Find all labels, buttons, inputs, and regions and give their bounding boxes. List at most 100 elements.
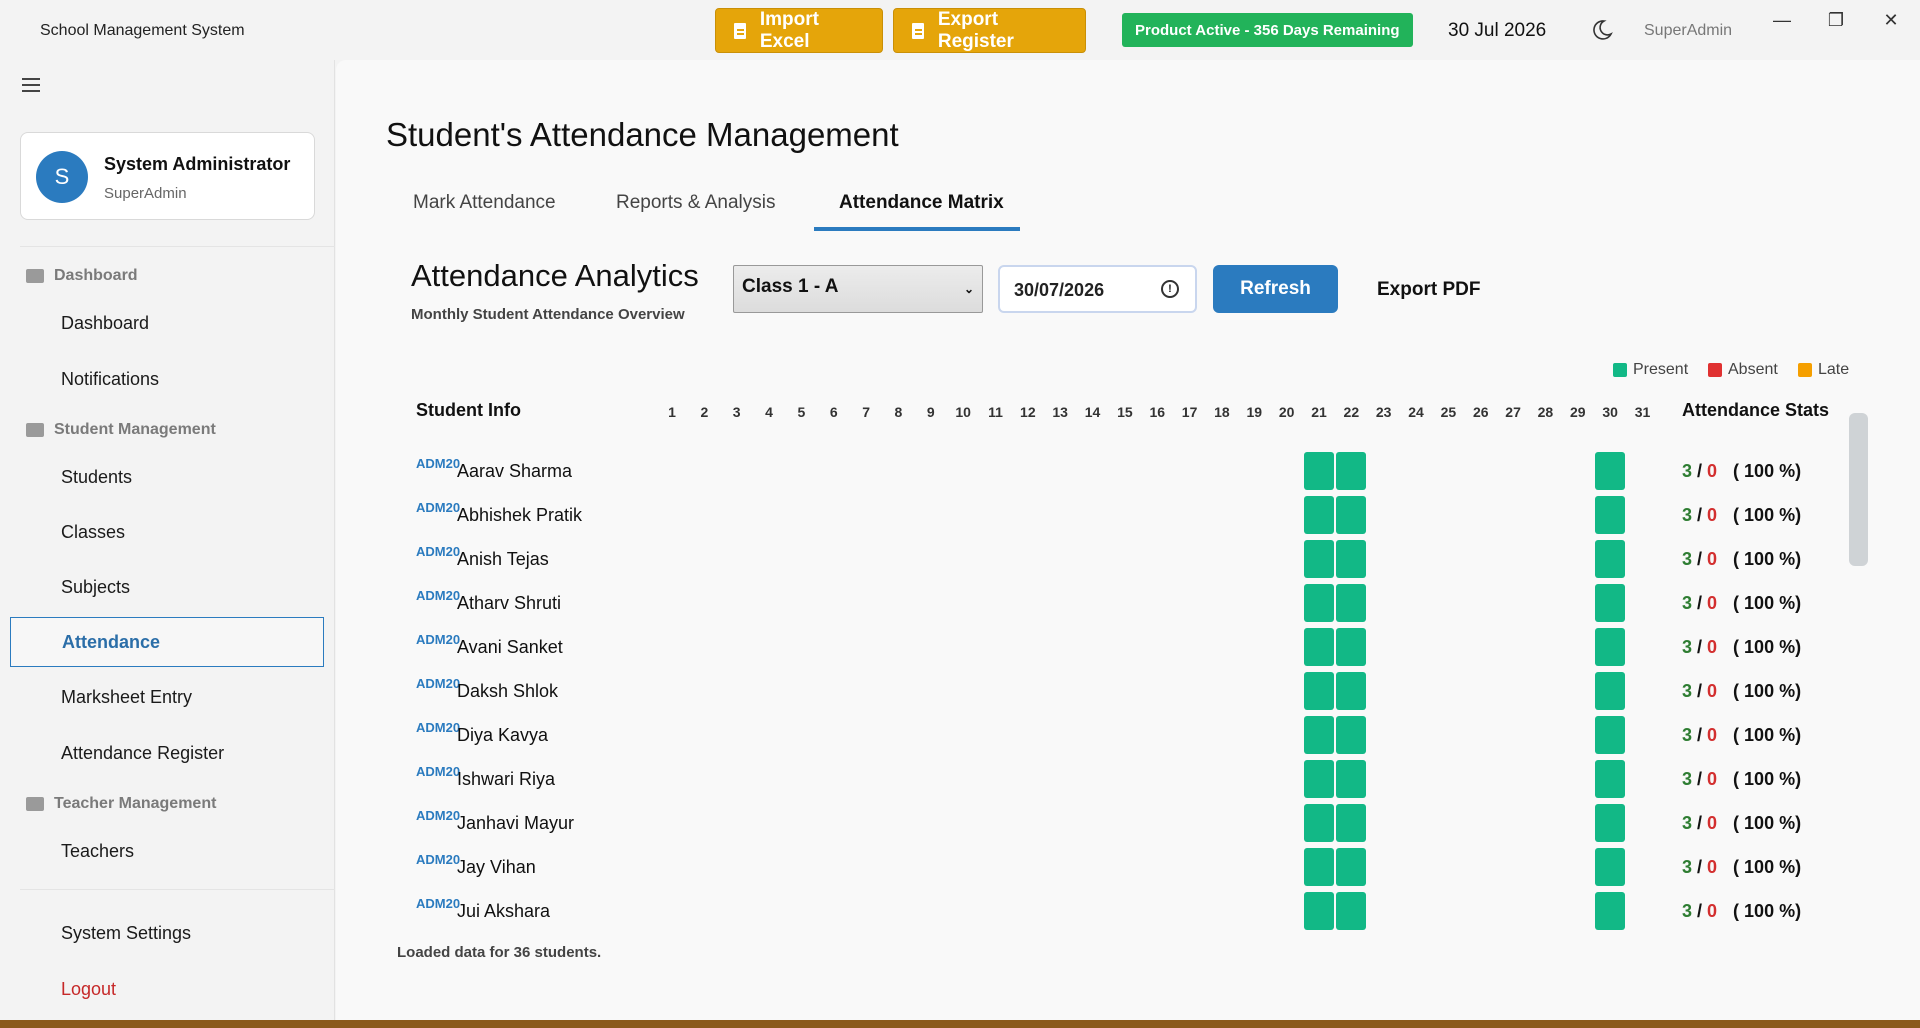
section-label: Teacher Management <box>54 795 217 812</box>
class-select[interactable]: Class 1 - A ⌄ <box>733 265 983 313</box>
sidebar-item-notifications[interactable]: Notifications <box>10 354 324 404</box>
sidebar-item-attendance-register[interactable]: Attendance Register <box>10 728 324 778</box>
student-name: Abhishek Pratik <box>457 505 583 525</box>
moon-icon[interactable] <box>1590 18 1614 42</box>
attendance-rows[interactable]: ADM20 Aarav Sharma 3 / 0( 100 %) ADM20 Abhis… <box>396 438 1836 974</box>
attendance-cell-present <box>1595 848 1626 886</box>
percentage: ( 100 %) <box>1733 593 1802 613</box>
attendance-cell-present <box>1595 760 1626 798</box>
day-header-4: 4 <box>765 404 773 420</box>
tab-attendance-matrix[interactable]: Attendance Matrix <box>839 192 1004 214</box>
percentage: ( 100 %) <box>1733 681 1802 701</box>
menu-icon[interactable] <box>22 78 40 92</box>
page-title: Student's Attendance Management <box>386 116 899 153</box>
day-header-6: 6 <box>829 404 838 420</box>
legend-late: Late <box>1798 361 1849 379</box>
table-row[interactable]: ADM20 Jay Vihan 3 / 0 ( 100 %) <box>396 848 1836 892</box>
table-row[interactable]: ADM20 Avani Sanket 3 / 0 ( 100 %) <box>396 628 1836 672</box>
day-header-12: 12 <box>1020 404 1036 420</box>
present-count: 3 <box>1682 857 1693 877</box>
absent-count: 0 <box>1707 593 1718 613</box>
attendance-cell-present <box>1336 672 1367 710</box>
attendance-cell-present <box>1595 452 1626 490</box>
sidebar-item-logout[interactable]: Logout <box>10 964 324 1014</box>
table-row[interactable]: ADM20 Aarav Sharma 3 / 0 ( 100 %) <box>396 452 1836 496</box>
present-count: 3 <box>1682 505 1693 525</box>
avatar: S <box>36 151 88 203</box>
attendance-stats: 3 / 0 ( 100 %) <box>1682 857 1801 878</box>
day-header-2: 2 <box>700 404 709 420</box>
student-name: Janhavi Mayur <box>457 813 575 833</box>
student-name: Diya Kavya <box>457 725 549 745</box>
table-row[interactable]: ADM20 Anish Tejas 3 / 0 ( 100 %) <box>396 540 1836 584</box>
section-student-management: Student Management <box>26 421 216 439</box>
tab-reports-analysis[interactable]: Reports & Analysis <box>616 192 775 214</box>
table-row[interactable]: ADM20 Diya Kavya 3 / 0 ( 100 %) <box>396 716 1836 760</box>
refresh-button[interactable]: Refresh <box>1213 265 1338 313</box>
table-row[interactable]: ADM20 Jui Akshara 3 / 0 ( 100 %) <box>396 892 1836 936</box>
export-register-button[interactable]: Export Register <box>893 8 1086 53</box>
present-count: 3 <box>1682 637 1693 657</box>
alert-icon: ! <box>1161 280 1179 298</box>
absent-count: 0 <box>1707 769 1718 789</box>
tab-mark-attendance[interactable]: Mark Attendance <box>413 192 556 214</box>
day-header-8: 8 <box>894 404 903 420</box>
sidebar-item-dashboard[interactable]: Dashboard <box>10 298 324 348</box>
minimize-button[interactable]: — <box>1762 8 1802 32</box>
export-pdf-button[interactable]: Export PDF <box>1377 279 1480 301</box>
export-register-label: Export Register <box>937 8 1014 52</box>
present-count: 3 <box>1682 461 1693 481</box>
attendance-cell-present <box>1304 892 1334 930</box>
present-swatch <box>1613 363 1627 377</box>
attendance-stats: 3 / 0 ( 100 %) <box>1682 637 1801 658</box>
bottom-bar <box>0 1020 1920 1028</box>
sidebar-item-attendance[interactable]: Attendance <box>10 617 324 667</box>
day-header-14: 14 <box>1084 404 1101 420</box>
analytics-subtitle: Monthly Student Attendance Overview <box>411 306 685 323</box>
section-label: Dashboard <box>54 267 138 284</box>
column-header-student-info: Student Info <box>416 400 521 420</box>
absent-count: 0 <box>1707 461 1718 481</box>
percentage: ( 100 %) <box>1733 461 1802 481</box>
admission-number: ADM20 <box>416 632 461 647</box>
close-button[interactable]: ✕ <box>1871 8 1911 32</box>
attendance-cell-present <box>1336 540 1367 578</box>
scrollbar-thumb[interactable] <box>1849 413 1868 566</box>
table-row[interactable]: ADM20 Abhishek Pratik 3 / 0 ( 100 %) <box>396 496 1836 540</box>
sidebar-item-subjects[interactable]: Subjects <box>10 562 324 612</box>
percentage: ( 100 %) <box>1733 901 1802 921</box>
attendance-cell-present <box>1304 672 1334 710</box>
user-card: S System Administrator SuperAdmin <box>20 132 315 220</box>
attendance-cell-present <box>1595 584 1626 622</box>
attendance-cell-present <box>1336 496 1367 534</box>
date-input[interactable]: 30/07/2026 ! <box>998 265 1197 313</box>
sidebar-item-classes[interactable]: Classes <box>10 507 324 557</box>
attendance-cell-present <box>1595 716 1626 754</box>
student-name: Anish Tejas <box>457 549 549 569</box>
legend-label: Late <box>1818 361 1850 378</box>
table-row[interactable]: ADM20 Daksh Shlok 3 / 0 ( 100 %) <box>396 672 1836 716</box>
separator: / <box>1692 549 1708 569</box>
document-icon <box>912 22 924 39</box>
date-value: 30/07/2026 <box>1014 280 1105 300</box>
table-row[interactable]: ADM20 Ishwari Riya 3 / 0 ( 100 %) <box>396 760 1836 804</box>
day-header-7: 7 <box>862 404 870 420</box>
maximize-button[interactable]: ❐ <box>1816 8 1856 32</box>
table-row[interactable]: ADM20 Janhavi Mayur 3 / 0 ( 100 %) <box>396 804 1836 848</box>
sidebar-item-settings[interactable]: System Settings <box>10 908 324 958</box>
section-label: Student Management <box>54 421 216 438</box>
import-excel-label: Import Excel <box>759 8 819 52</box>
percentage: ( 100 %) <box>1733 857 1802 877</box>
sidebar-item-marksheet[interactable]: Marksheet Entry <box>10 672 324 722</box>
graduation-cap-icon <box>26 423 44 437</box>
attendance-stats: 3 / 0 ( 100 %) <box>1682 725 1801 746</box>
import-excel-button[interactable]: Import Excel <box>715 8 883 53</box>
attendance-cell-present <box>1595 672 1626 710</box>
sidebar: S System Administrator SuperAdmin Dashbo… <box>0 60 335 1020</box>
table-row[interactable]: ADM20 Atharv Shruti 3 / 0 ( 100 %) <box>396 584 1836 628</box>
column-header-stats: Attendance Stats <box>1682 400 1830 420</box>
sidebar-item-teachers[interactable]: Teachers <box>10 826 324 876</box>
day-header-26: 26 <box>1472 404 1489 420</box>
sidebar-item-students[interactable]: Students <box>10 452 324 502</box>
attendance-cell-present <box>1304 496 1334 534</box>
